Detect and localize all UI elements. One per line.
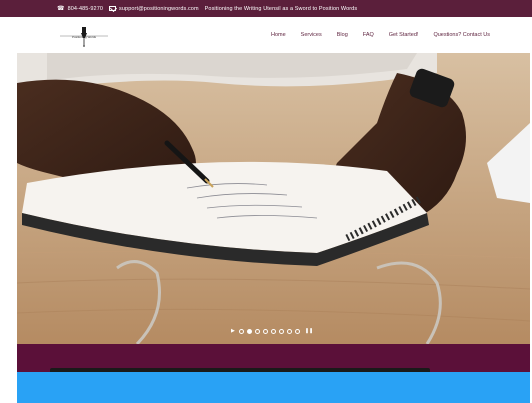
slider-dot-6[interactable] <box>279 329 285 334</box>
email-contact[interactable]: support@positioningwords.com <box>109 6 199 12</box>
email-address: support@positioningwords.com <box>119 5 199 12</box>
slider-dot-4[interactable] <box>263 329 269 334</box>
site-header: Positioning Words Home Services Blog FAQ… <box>0 17 532 53</box>
main-nav: Home Services Blog FAQ Get Started! Ques… <box>256 17 490 53</box>
maroon-band <box>17 344 530 372</box>
slider-dot-3[interactable] <box>255 329 261 334</box>
logo-wordmark: Positioning Words <box>71 35 97 39</box>
nav-home[interactable]: Home <box>271 32 286 38</box>
nav-contact[interactable]: Questions? Contact Us <box>433 32 490 38</box>
tagline-text: Positioning the Writing Utensil as a Swo… <box>204 5 358 12</box>
slider-dot-5[interactable] <box>271 329 277 334</box>
nav-get-started[interactable]: Get Started! <box>389 32 419 38</box>
slider-play-icon[interactable]: ▶ <box>231 329 235 334</box>
phone-icon: ☎ <box>57 5 65 12</box>
top-info-bar: ☎ 804-485-9270 support@positioningwords.… <box>0 0 532 17</box>
slider-dot-8[interactable] <box>295 329 301 334</box>
hero-slider[interactable]: ▶ ❚❚ <box>17 53 530 344</box>
slider-pagination: ▶ ❚❚ <box>228 329 316 334</box>
slider-dot-7[interactable] <box>287 329 293 334</box>
mail-icon <box>109 6 117 11</box>
hero-image <box>17 53 530 344</box>
phone-number: 804-485-9270 <box>67 5 104 12</box>
slider-dot-1[interactable] <box>239 329 245 334</box>
site-logo[interactable]: Positioning Words <box>54 24 114 48</box>
slider-pause-icon[interactable]: ❚❚ <box>305 329 313 334</box>
blue-section <box>17 372 530 403</box>
tagline: Positioning the Writing Utensil as a Swo… <box>205 6 358 12</box>
slider-dot-2[interactable] <box>247 329 253 334</box>
nav-blog[interactable]: Blog <box>337 32 348 38</box>
nav-faq[interactable]: FAQ <box>363 32 374 38</box>
nav-services[interactable]: Services <box>301 32 322 38</box>
phone-contact[interactable]: ☎ 804-485-9270 <box>57 6 103 12</box>
